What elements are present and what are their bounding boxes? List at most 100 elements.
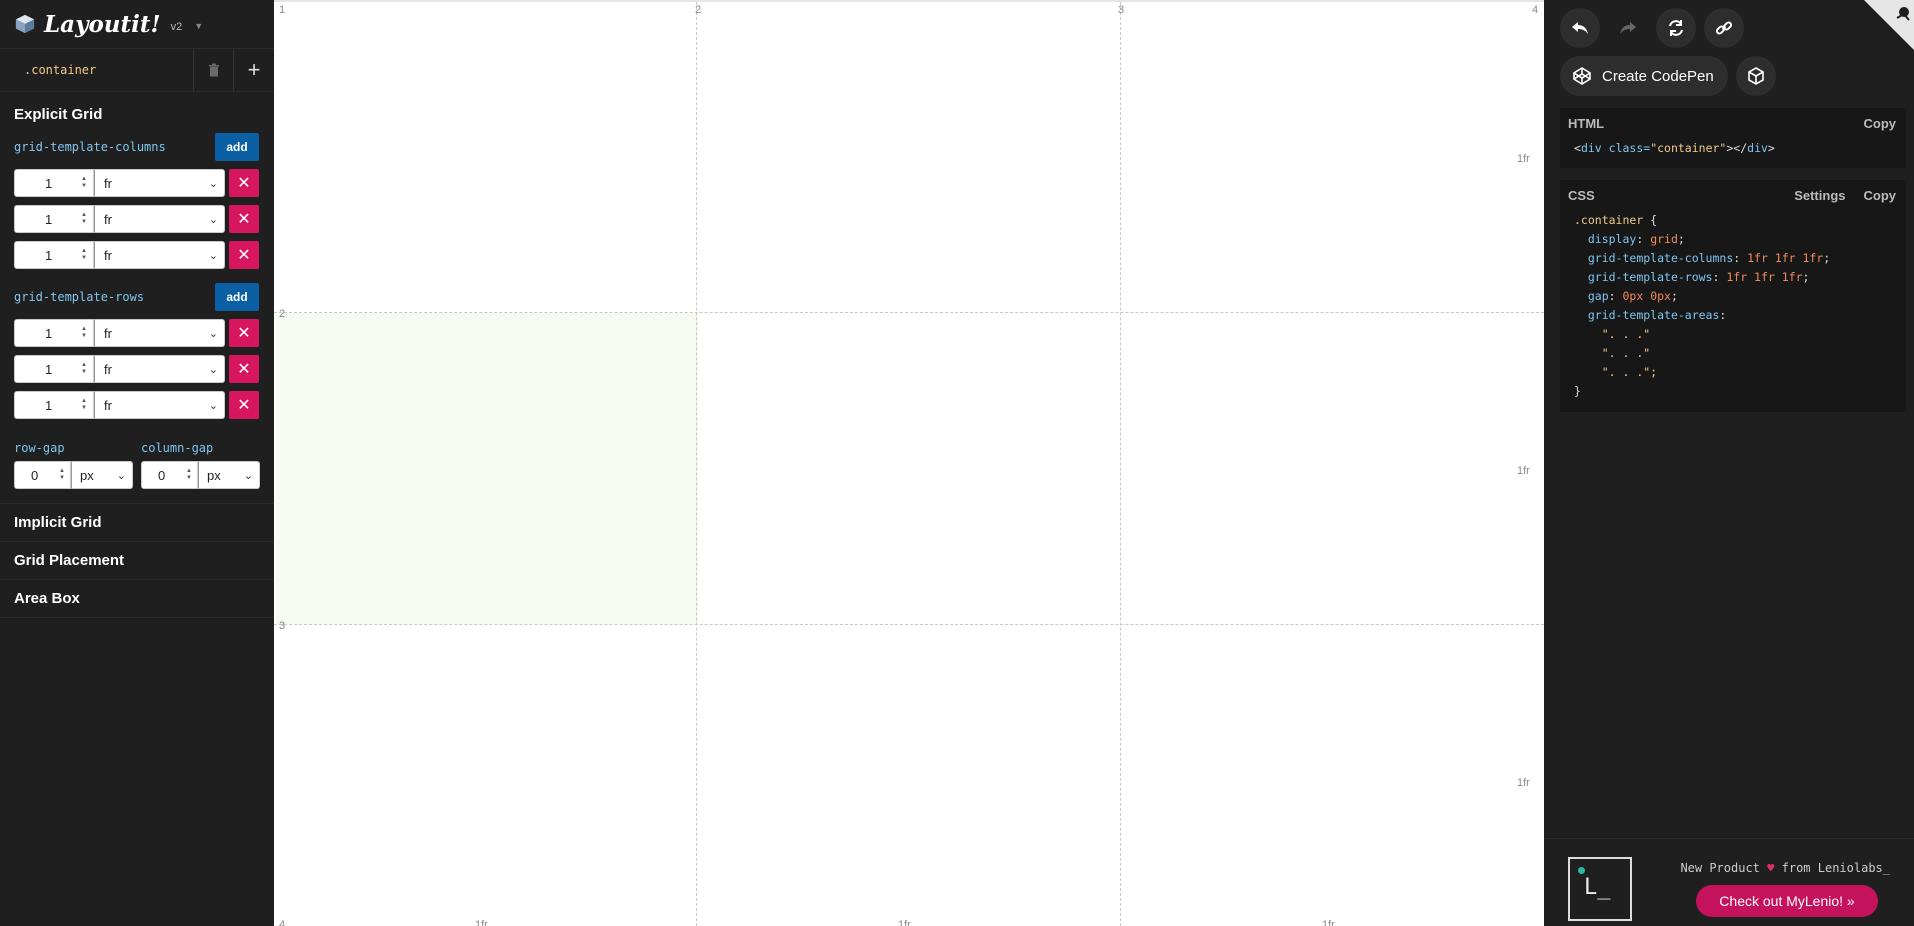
container-selector[interactable]: .container — [0, 49, 194, 91]
row-size-label: 1fr — [1517, 465, 1530, 477]
column-size-input[interactable]: 1 ▲ ▼ — [14, 205, 94, 233]
html-code: <div class="container"></div> — [1560, 131, 1906, 168]
column-gap-input[interactable]: 0 ▲ ▼ — [141, 461, 198, 489]
chevron-down-icon[interactable]: ▼ — [194, 21, 203, 31]
box-icon — [1747, 67, 1764, 85]
spinner-icon[interactable]: ▲ ▼ — [59, 468, 65, 482]
undo-icon — [1572, 22, 1588, 34]
css-code-card: CSS Settings Copy .container { display: … — [1560, 180, 1906, 412]
promo-banner: L_ New Product ♥ from Leniolabs_ Check o… — [1544, 838, 1914, 926]
row-size-input[interactable]: 1 ▲ ▼ — [14, 355, 94, 383]
promo-text-after: from Leniolabs_ — [1781, 861, 1890, 875]
remove-column-button[interactable]: ✕ — [229, 205, 259, 233]
column-gap-label: column-gap — [141, 441, 214, 455]
css-card-actions: Settings Copy — [1794, 188, 1896, 203]
row-gap-unit-select[interactable]: px ⌄ — [71, 461, 133, 489]
code-token: < — [1574, 141, 1581, 155]
grid-placement-section[interactable]: Grid Placement — [0, 542, 274, 580]
remove-row-button[interactable]: ✕ — [229, 391, 259, 419]
spinner-icon[interactable]: ▲ ▼ — [81, 362, 87, 376]
add-column-button[interactable]: add — [215, 133, 259, 161]
create-codepen-button[interactable]: Create CodePen — [1560, 56, 1728, 96]
column-unit-select[interactable]: fr ⌄ — [94, 241, 225, 269]
remove-row-button[interactable]: ✕ — [229, 319, 259, 347]
redo-icon — [1620, 22, 1636, 34]
spinner-icon[interactable]: ▲ ▼ — [81, 398, 87, 412]
logo-dot — [1578, 867, 1585, 874]
row-size-input[interactable]: 1 ▲ ▼ — [14, 391, 94, 419]
column-gap-unit-select[interactable]: px ⌄ — [198, 461, 260, 489]
hovered-grid-cell[interactable] — [276, 313, 698, 624]
code-token: div — [1580, 141, 1602, 155]
row-line — [274, 312, 1544, 313]
copy-html-button[interactable]: Copy — [1864, 116, 1897, 131]
column-unit-select[interactable]: fr ⌄ — [94, 205, 225, 233]
row-unit-select[interactable]: fr ⌄ — [94, 355, 225, 383]
grid-template-rows-label: grid-template-rows — [14, 290, 145, 304]
column-size-input[interactable]: 1 ▲ ▼ — [14, 241, 94, 269]
row-unit-select[interactable]: fr ⌄ — [94, 391, 225, 419]
row-line-label: 2 — [279, 308, 286, 320]
cube-logo-icon — [15, 14, 35, 34]
settings-button[interactable]: Settings — [1794, 188, 1845, 203]
spinner-icon[interactable]: ▲ ▼ — [81, 248, 87, 262]
code-token: 1fr 1fr 1fr — [1747, 251, 1824, 265]
remove-column-button[interactable]: ✕ — [229, 169, 259, 197]
check-out-mylenio-button[interactable]: Check out MyLenio! » — [1696, 885, 1878, 917]
css-card-header: CSS Settings Copy — [1560, 180, 1906, 203]
spinner-icon[interactable]: ▲ ▼ — [81, 326, 87, 340]
mylenio-logo: L_ — [1568, 857, 1632, 921]
row-size-input[interactable]: 1 ▲ ▼ — [14, 319, 94, 347]
row-line — [274, 624, 1544, 625]
column-unit-select[interactable]: fr ⌄ — [94, 169, 225, 197]
row-unit-select[interactable]: fr ⌄ — [94, 319, 225, 347]
code-token: > — [1767, 141, 1775, 155]
row-track-row: 1 ▲ ▼ fr ⌄ ✕ — [0, 319, 274, 347]
row-unit-value: fr — [104, 325, 112, 341]
layoutit-app: Layoutit! v2 ▼ .container + Explicit Gri… — [0, 0, 1914, 926]
spinner-icon[interactable]: ▲ ▼ — [81, 176, 87, 190]
row-gap-label: row-gap — [14, 441, 65, 455]
remove-column-button[interactable]: ✕ — [229, 241, 259, 269]
codesandbox-button[interactable] — [1735, 56, 1776, 96]
brand-header[interactable]: Layoutit! v2 ▼ — [0, 0, 274, 48]
spinner-icon[interactable]: ▲ ▼ — [186, 468, 192, 482]
row-size-label: 1fr — [1517, 153, 1530, 165]
column-line — [696, 2, 697, 926]
column-size-label: 1fr — [475, 919, 488, 926]
code-token: ". . ." — [1601, 327, 1651, 341]
row-gap-input[interactable]: 0 ▲ ▼ — [14, 461, 71, 489]
column-line — [1120, 2, 1121, 926]
add-container-button[interactable]: + — [234, 49, 274, 91]
grid-canvas[interactable]: 1 2 3 4 2 3 1fr 1fr 1fr 4 1fr 1fr 1fr — [274, 0, 1544, 926]
spinner-icon[interactable]: ▲ ▼ — [81, 212, 87, 226]
export-toolbar: Create CodePen — [1560, 56, 1776, 96]
rows-header: grid-template-rows add — [0, 283, 274, 311]
implicit-grid-section[interactable]: Implicit Grid — [0, 504, 274, 542]
column-unit-value: fr — [104, 175, 112, 191]
column-size-label: 1fr — [898, 919, 911, 926]
github-corner-icon[interactable] — [1864, 0, 1914, 50]
remove-row-button[interactable]: ✕ — [229, 355, 259, 383]
history-toolbar — [1560, 8, 1744, 48]
trash-icon[interactable] — [194, 49, 234, 91]
reset-button[interactable] — [1656, 8, 1696, 48]
explicit-grid-title[interactable]: Explicit Grid — [0, 106, 274, 123]
copy-css-button[interactable]: Copy — [1864, 188, 1897, 203]
code-token: grid-template-columns — [1587, 251, 1734, 265]
row-unit-value: fr — [104, 397, 112, 413]
share-link-button[interactable] — [1704, 8, 1744, 48]
chevron-down-icon: ⌄ — [208, 213, 218, 226]
area-box-section[interactable]: Area Box — [0, 580, 274, 618]
code-token: 0px 0px — [1622, 289, 1671, 303]
row-gap-unit: px — [80, 467, 94, 483]
code-token: } — [1574, 384, 1581, 398]
column-size-input[interactable]: 1 ▲ ▼ — [14, 169, 94, 197]
brand-name: Layoutit! — [44, 10, 161, 38]
redo-button[interactable] — [1608, 8, 1648, 48]
chevron-down-icon: ⌄ — [208, 327, 218, 340]
logo-text: L_ — [1584, 875, 1611, 900]
add-row-button[interactable]: add — [215, 283, 259, 311]
undo-button[interactable] — [1560, 8, 1600, 48]
gap-controls: 0 ▲ ▼ px ⌄ 0 ▲ ▼ px ⌄ — [0, 461, 274, 489]
